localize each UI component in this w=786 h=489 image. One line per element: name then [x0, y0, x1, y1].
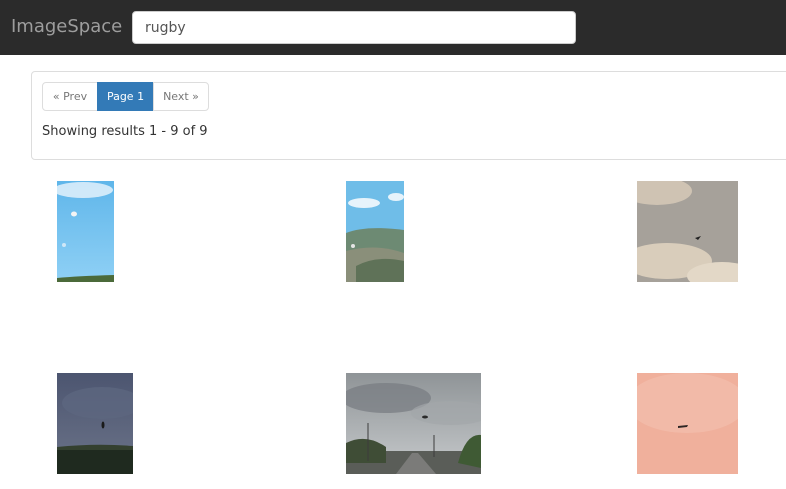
result-thumbnail-1[interactable] [57, 181, 114, 282]
pagination: « Prev Page 1 Next » [42, 82, 209, 111]
result-thumbnail-3[interactable] [637, 181, 738, 282]
results-panel: « Prev Page 1 Next » Showing results 1 -… [31, 71, 786, 160]
page-1-button[interactable]: Page 1 [97, 82, 154, 111]
result-thumbnail-5[interactable] [346, 373, 481, 474]
prev-page-button[interactable]: « Prev [42, 82, 98, 111]
result-thumbnail-4[interactable] [57, 373, 133, 474]
results-count: Showing results 1 - 9 of 9 [42, 124, 208, 139]
result-thumbnail-6[interactable] [637, 373, 738, 474]
result-thumbnail-2[interactable] [346, 181, 404, 282]
navbar: ImageSpace [0, 0, 786, 55]
search-input[interactable] [132, 11, 576, 44]
next-page-button[interactable]: Next » [153, 82, 209, 111]
brand-link[interactable]: ImageSpace [11, 14, 122, 40]
